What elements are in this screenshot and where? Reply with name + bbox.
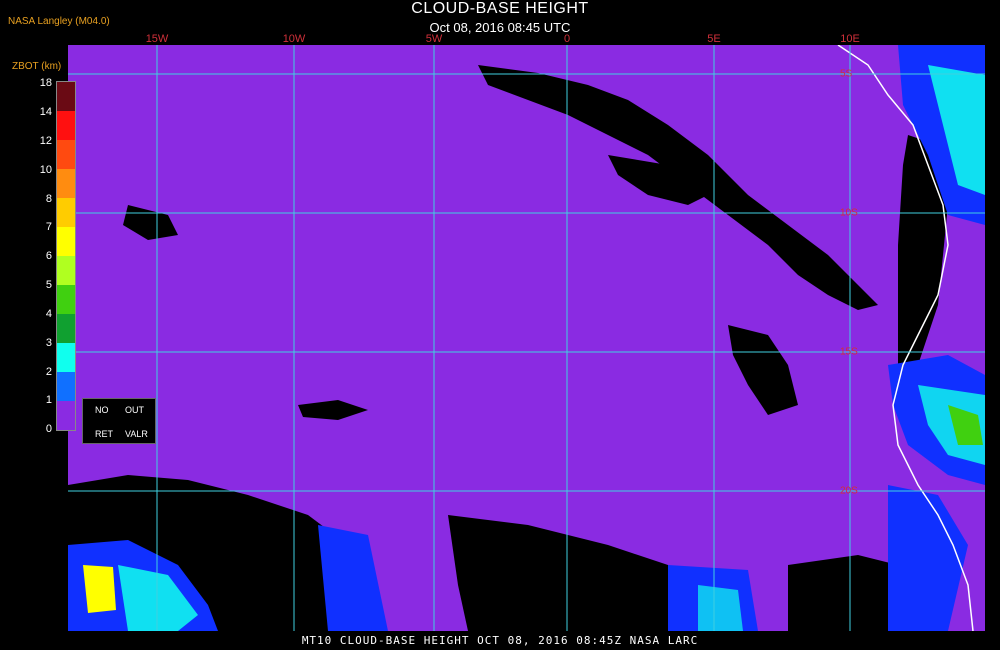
legend-swatch (57, 314, 75, 343)
legend-swatch (57, 169, 75, 198)
no-retrieval-legend: NO OUT RET VALR (82, 398, 156, 444)
legend-swatch (57, 140, 75, 169)
lat-label-5s: 5S (840, 68, 853, 80)
legend-tick: 1 (45, 394, 52, 406)
cloud-patch-3km (698, 585, 743, 631)
legend-tick: 0 (45, 423, 52, 435)
legend-swatch (57, 111, 75, 140)
out-of-range-label: VALR (125, 429, 148, 439)
provider-label: NASA Langley (M04.0) (8, 16, 110, 27)
legend-tick: 3 (45, 337, 52, 349)
satellite-map: 5S 10S 15S 20S (68, 45, 985, 631)
out-of-range-label: OUT (125, 405, 144, 415)
legend-tick: 18 (39, 77, 52, 89)
color-legend-bar (56, 81, 76, 431)
lon-label-10e: 10E (840, 33, 860, 45)
legend-tick: 6 (45, 250, 52, 262)
lat-label-20s: 20S (840, 485, 858, 497)
lon-label-5w: 5W (425, 33, 443, 45)
map-canvas (68, 45, 985, 631)
lon-label-15w: 15W (145, 33, 169, 45)
legend-tick: 8 (45, 193, 52, 205)
legend-title: ZBOT (km) (12, 61, 62, 72)
legend-swatch (57, 343, 75, 372)
map-title: CLOUD-BASE HEIGHT (411, 0, 589, 17)
legend-tick: 10 (39, 164, 52, 176)
legend-swatch (57, 372, 75, 401)
legend-tick: 14 (39, 106, 52, 118)
legend-swatch (57, 256, 75, 285)
footer-caption: MT10 CLOUD-BASE HEIGHT OCT 08, 2016 08:4… (301, 634, 699, 647)
lon-label-5e: 5E (707, 33, 721, 45)
legend-tick: 2 (45, 366, 52, 378)
legend-swatch (57, 82, 75, 111)
lat-label-15s: 15S (840, 346, 858, 358)
lon-label-10w: 10W (282, 33, 306, 45)
legend-swatch (57, 285, 75, 314)
no-retrieval-label: RET (95, 429, 113, 439)
legend-tick: 5 (45, 279, 52, 291)
legend-tick: 12 (39, 135, 52, 147)
lon-label-0: 0 (563, 33, 571, 45)
legend-tick: 7 (45, 221, 52, 233)
cloud-patch-7km (83, 565, 116, 613)
legend-swatch (57, 227, 75, 256)
legend-tick: 4 (45, 308, 52, 320)
legend-swatch (57, 198, 75, 227)
lat-label-10s: 10S (840, 207, 858, 219)
legend-swatch (57, 401, 75, 430)
no-retrieval-label: NO (95, 405, 109, 415)
